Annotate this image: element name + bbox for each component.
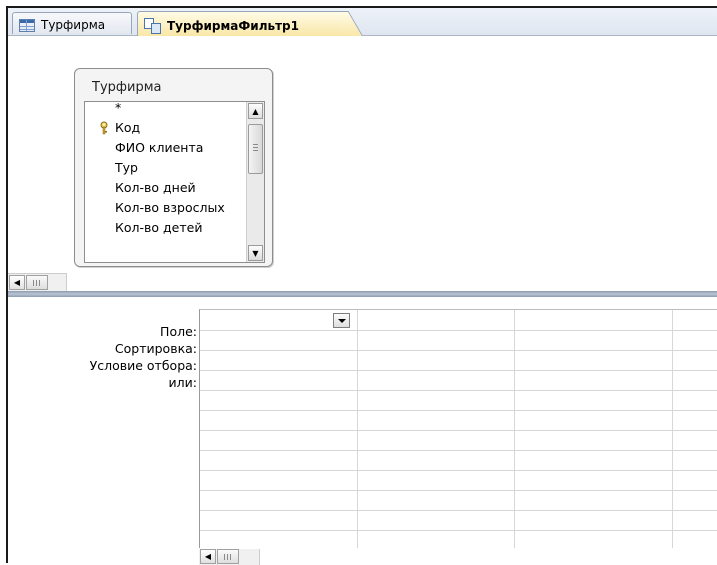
scroll-thumb[interactable] — [217, 549, 239, 564]
scroll-thumb[interactable] — [26, 275, 48, 290]
table-pane-hscrollbar[interactable]: ◀ — [8, 273, 67, 291]
field-list-title: Турфирма — [92, 80, 162, 95]
document-tab-bar: Турфирма ТурфирмаФильтр1 — [8, 8, 717, 36]
tab-label: Турфирма — [41, 18, 106, 32]
query-design-window: Турфирма ТурфирмаФильтр1 Турфирма * Код … — [6, 6, 717, 565]
scroll-down-button[interactable]: ▼ — [248, 245, 263, 261]
table-icon — [19, 18, 35, 32]
primary-key-icon — [100, 121, 108, 135]
field-list-scrollbar[interactable]: ▲ ▼ — [246, 102, 264, 262]
row-label-field: Поле: — [160, 324, 197, 339]
field-list-window[interactable]: Турфирма * Код ФИО клиента Тур Кол-во дн… — [74, 68, 273, 267]
scroll-thumb[interactable] — [248, 124, 263, 174]
design-grid[interactable] — [199, 309, 717, 548]
field-dropdown-button[interactable] — [333, 313, 350, 328]
query-icon — [144, 18, 161, 34]
table-pane: Турфирма * Код ФИО клиента Тур Кол-во дн… — [8, 36, 717, 291]
row-label-or: или: — [168, 375, 197, 390]
tab-label: ТурфирмаФильтр1 — [167, 18, 299, 33]
tab-turfirma[interactable]: Турфирма — [12, 12, 132, 34]
row-label-criteria: Условие отбора: — [89, 358, 197, 373]
field-list: * Код ФИО клиента Тур Кол-во дней Кол-во… — [84, 101, 265, 263]
row-label-sort: Сортировка: — [114, 341, 197, 356]
scroll-up-button[interactable]: ▲ — [248, 103, 263, 119]
scroll-left-button[interactable]: ◀ — [200, 549, 216, 564]
scroll-left-button[interactable]: ◀ — [9, 275, 25, 290]
design-grid-pane: Поле: Сортировка: Условие отбора: или: ◀ — [8, 297, 717, 565]
tab-turfirma-filter1[interactable]: ТурфирмаФильтр1 — [137, 11, 345, 36]
